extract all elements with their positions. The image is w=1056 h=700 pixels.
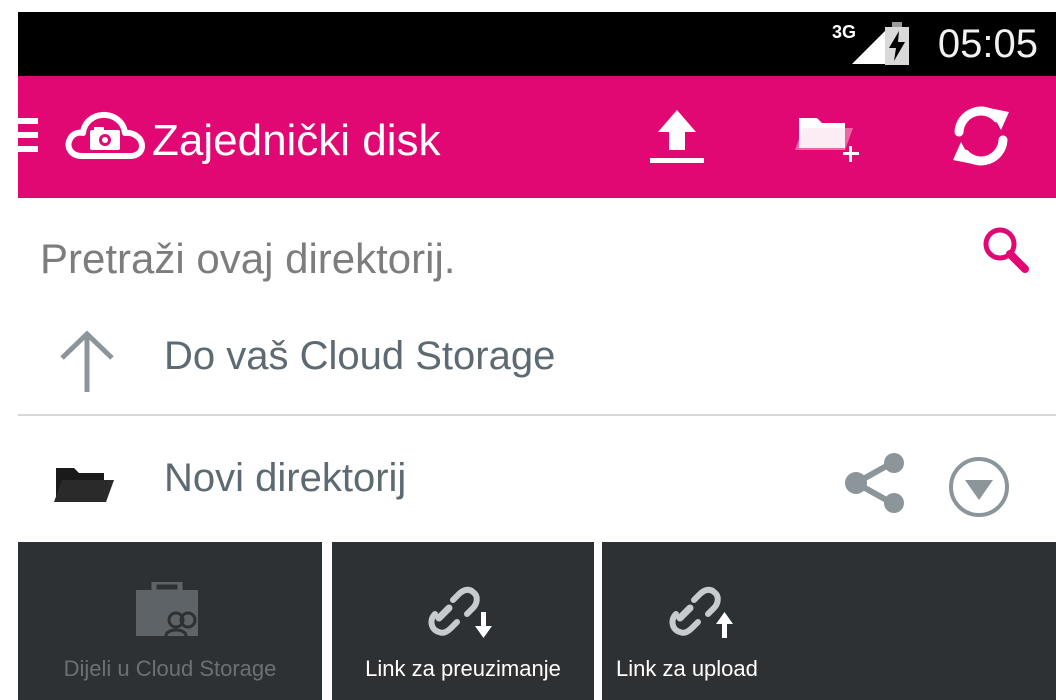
share-cloud-icon bbox=[18, 582, 322, 640]
folder-name: Novi direktorij bbox=[164, 456, 407, 500]
link-upload-icon bbox=[668, 582, 1056, 640]
search-bar bbox=[18, 198, 1056, 318]
action-label: Link za upload bbox=[616, 656, 758, 681]
app-bar: Zajednički disk bbox=[18, 76, 1056, 198]
upload-button[interactable] bbox=[632, 98, 722, 178]
folder-icon bbox=[54, 464, 116, 509]
search-input[interactable] bbox=[38, 228, 942, 290]
status-bar: 3G 05:05 bbox=[18, 12, 1056, 76]
download-link-button[interactable]: Link za preuzimanje bbox=[332, 542, 594, 700]
parent-directory-label: Do vaš Cloud Storage bbox=[164, 334, 556, 378]
new-folder-icon bbox=[791, 104, 871, 173]
action-label: Dijeli u Cloud Storage bbox=[63, 656, 277, 681]
search-icon[interactable] bbox=[980, 224, 1030, 279]
refresh-icon bbox=[945, 102, 1017, 175]
arrow-up-icon bbox=[56, 328, 118, 399]
upload-link-button[interactable]: Link za upload bbox=[602, 542, 1056, 700]
action-bar: Dijeli u Cloud Storage Link za preuziman… bbox=[18, 542, 1056, 700]
app-title: Zajednički disk bbox=[152, 116, 441, 165]
parent-directory-row[interactable]: Do vaš Cloud Storage bbox=[18, 302, 1056, 416]
link-download-icon bbox=[332, 582, 594, 640]
network-label: 3G bbox=[832, 22, 856, 42]
share-cloud-storage-button[interactable]: Dijeli u Cloud Storage bbox=[18, 542, 322, 700]
share-icon[interactable] bbox=[842, 452, 908, 519]
clock: 05:05 bbox=[937, 22, 1038, 66]
menu-icon[interactable] bbox=[18, 118, 38, 160]
signal-3g-icon: 3G bbox=[832, 20, 892, 71]
refresh-button[interactable] bbox=[936, 98, 1026, 178]
expand-dropdown-icon[interactable] bbox=[948, 456, 1010, 523]
upload-icon bbox=[642, 104, 712, 173]
folder-row[interactable]: Novi direktorij bbox=[18, 416, 1056, 542]
battery-charging-icon bbox=[884, 22, 910, 71]
app-screen: 3G 05:05 Zajednički disk Pretraži ovaj d… bbox=[18, 12, 1056, 700]
action-label: Link za preuzimanje bbox=[365, 656, 561, 681]
new-folder-button[interactable] bbox=[786, 98, 876, 178]
cloud-logo-icon bbox=[64, 106, 146, 169]
